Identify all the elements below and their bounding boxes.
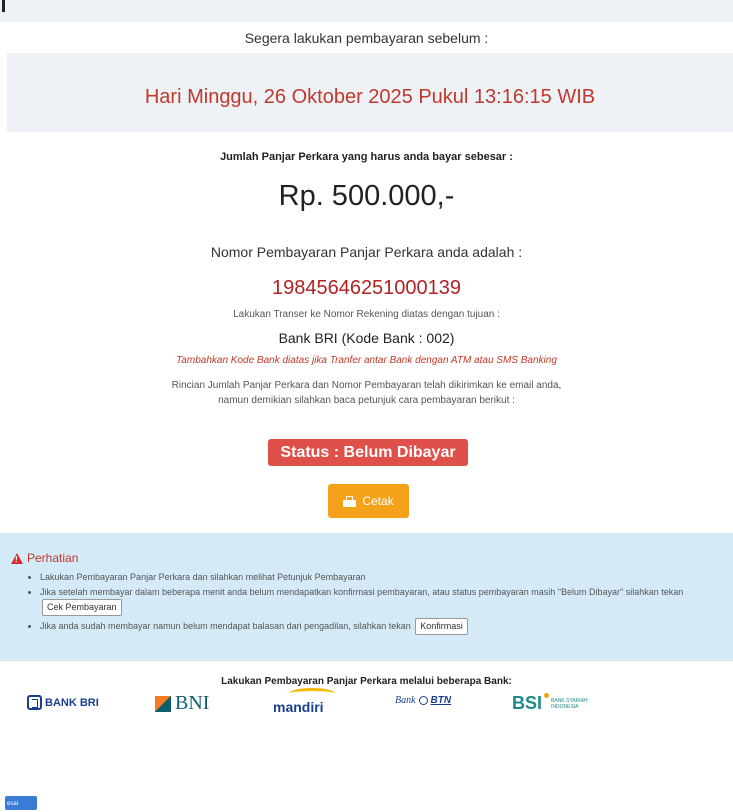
corner-mark xyxy=(2,0,5,12)
print-label: Cetak xyxy=(362,494,394,508)
details-text: Rincian Jumlah Panjar Perkara dan Nomor … xyxy=(0,378,733,408)
notice-list: Lakukan Pembayaran Panjar Perkara dan si… xyxy=(30,571,730,637)
bni-logo-text: BNI xyxy=(175,692,210,714)
bsi-dot-icon xyxy=(544,693,550,698)
notice-item-text: Jika anda sudah membayar namun belum men… xyxy=(40,621,411,631)
payment-number-label: Nomor Pembayaran Panjar Perkara anda ada… xyxy=(210,244,523,260)
bri-mark-icon xyxy=(27,695,42,710)
printer-icon xyxy=(343,495,357,507)
print-button[interactable]: Cetak xyxy=(328,484,409,518)
notice-item: Lakukan Pembayaran Panjar Perkara dan si… xyxy=(40,571,730,584)
deadline-text: Hari Minggu, 26 Oktober 2025 Pukul 13:16… xyxy=(144,86,596,108)
bank-code-note: Tambahkan Kode Bank diatas jika Tranfer … xyxy=(176,355,557,366)
payment-number: 19845646251000139 xyxy=(271,277,462,299)
top-bar xyxy=(0,0,733,22)
notice-item: Jika setelah membayar dalam beberapa men… xyxy=(40,586,730,616)
notice-item-text: Jika setelah membayar dalam beberapa men… xyxy=(40,587,684,597)
bni-mark-icon xyxy=(155,695,171,712)
notice-item-text: Lakukan Pembayaran Panjar Perkara dan si… xyxy=(40,572,366,582)
floating-button[interactable]: esai xyxy=(5,796,37,810)
bsi-subtitle: BANK SYARIAH INDONESIA xyxy=(551,697,588,710)
transfer-label: Lakukan Transer ke Nomor Rekening diatas… xyxy=(233,309,500,320)
btn-logo: Bank BTN xyxy=(395,695,451,706)
notice-item: Jika anda sudah membayar namun belum men… xyxy=(40,618,730,635)
bri-logo: BANK BRI xyxy=(27,695,99,710)
mandiri-logo: mandiri xyxy=(273,688,335,715)
notice-title: ! Perhatian xyxy=(11,551,78,565)
check-payment-button[interactable]: Cek Pembayaran xyxy=(42,599,122,616)
amount-label: Jumlah Panjar Perkara yang harus anda ba… xyxy=(220,151,513,163)
mandiri-wave-icon xyxy=(289,688,335,699)
warning-icon: ! xyxy=(11,552,23,564)
status-badge: Status : Belum Dibayar xyxy=(268,439,468,466)
notice-panel: ! Perhatian Lakukan Pembayaran Panjar Pe… xyxy=(0,533,733,661)
bsi-logo: BSI BANK SYARIAH INDONESIA xyxy=(512,693,591,714)
details-line: namun demikian silahkan baca petunjuk ca… xyxy=(218,395,515,406)
amount-value: Rp. 500.000,- xyxy=(278,180,455,212)
notice-title-text: Perhatian xyxy=(27,551,79,565)
btn-mark-icon xyxy=(418,696,428,705)
deadline-panel: Hari Minggu, 26 Oktober 2025 Pukul 13:16… xyxy=(7,53,733,132)
banks-label: Lakukan Pembayaran Panjar Perkara melalu… xyxy=(221,676,512,687)
bsi-logo-text: BSI xyxy=(512,693,543,713)
pay-before-label: Segera lakukan pembayaran sebelum : xyxy=(0,22,733,52)
bni-logo: BNI xyxy=(155,692,209,715)
bri-logo-text: BANK BRI xyxy=(45,696,99,709)
btn-logo-text: BTN xyxy=(430,695,452,706)
confirm-button[interactable]: Konfirmasi xyxy=(415,618,468,635)
btn-bank-text: Bank xyxy=(395,695,416,706)
bank-name: Bank BRI (Kode Bank : 002) xyxy=(278,330,455,346)
mandiri-logo-text: mandiri xyxy=(273,699,324,715)
details-line: Rincian Jumlah Panjar Perkara dan Nomor … xyxy=(171,380,562,391)
